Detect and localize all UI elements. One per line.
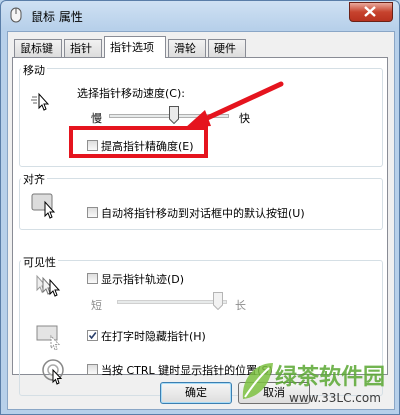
- trails-checkbox[interactable]: [87, 273, 98, 284]
- title-bar[interactable]: 鼠标 属性: [1, 1, 399, 29]
- motion-group-title: 移动: [21, 62, 47, 78]
- site-watermark: 绿茶软件园 www.33LC.com: [237, 357, 397, 413]
- snap-group: [19, 178, 383, 230]
- speed-slow-label: 慢: [91, 112, 102, 125]
- trails-slider-track[interactable]: [117, 300, 227, 304]
- close-button[interactable]: [349, 2, 393, 22]
- snap-to-default-icon: [31, 193, 56, 219]
- close-icon: [364, 6, 376, 17]
- speed-label: 选择指针移动速度(C):: [77, 87, 185, 100]
- mouse-icon: [10, 7, 22, 23]
- snap-group-title: 对齐: [21, 171, 47, 187]
- ok-button[interactable]: 确定: [160, 382, 232, 404]
- pointer-trails-icon: [36, 274, 61, 297]
- trails-slider-thumb[interactable]: [213, 292, 223, 310]
- watermark-url: www.33LC.com: [289, 391, 381, 405]
- tab-pointers[interactable]: 指针: [64, 39, 102, 57]
- motion-pointer-icon: [31, 92, 50, 111]
- hide-typing-checkbox[interactable]: [87, 330, 98, 341]
- hide-typing-label[interactable]: 在打字时隐藏指针(H): [101, 328, 206, 344]
- window-title: 鼠标 属性: [31, 10, 83, 24]
- hide-while-typing-icon: [36, 325, 61, 351]
- watermark-text: 绿茶软件园: [275, 365, 386, 390]
- tab-buttons[interactable]: 鼠标键: [14, 39, 62, 57]
- checkmark-icon: [88, 332, 97, 340]
- leaf-logo-icon: [242, 363, 273, 399]
- tab-pointer-options[interactable]: 指针选项: [104, 36, 166, 58]
- tab-wheel[interactable]: 滑轮: [168, 39, 206, 57]
- visibility-group-title: 可见性: [21, 254, 58, 270]
- tab-hardware[interactable]: 硬件: [208, 39, 246, 57]
- trails-short-label: 短: [91, 299, 102, 312]
- mouse-properties-window: 鼠标 属性 鼠标键 指针 指针选项 滑轮 硬件 移动 选择指针移动速度(C): …: [0, 0, 400, 415]
- trails-label[interactable]: 显示指针轨迹(D): [101, 271, 184, 287]
- dialog-client-area: 鼠标键 指针 指针选项 滑轮 硬件 移动 选择指针移动速度(C): 慢 快 提高…: [7, 31, 395, 410]
- show-location-icon: [42, 359, 64, 385]
- tab-panel: 移动 选择指针移动速度(C): 慢 快 提高指针精确度(E) 对齐 自动将指针移…: [12, 57, 388, 396]
- snap-checkbox[interactable]: [87, 207, 98, 218]
- trails-long-label: 长: [235, 299, 246, 312]
- ctrl-location-checkbox[interactable]: [87, 364, 98, 375]
- snap-label[interactable]: 自动将指针移动到对话框中的默认按钮(U): [101, 205, 305, 221]
- annotation-arrow: [185, 81, 284, 128]
